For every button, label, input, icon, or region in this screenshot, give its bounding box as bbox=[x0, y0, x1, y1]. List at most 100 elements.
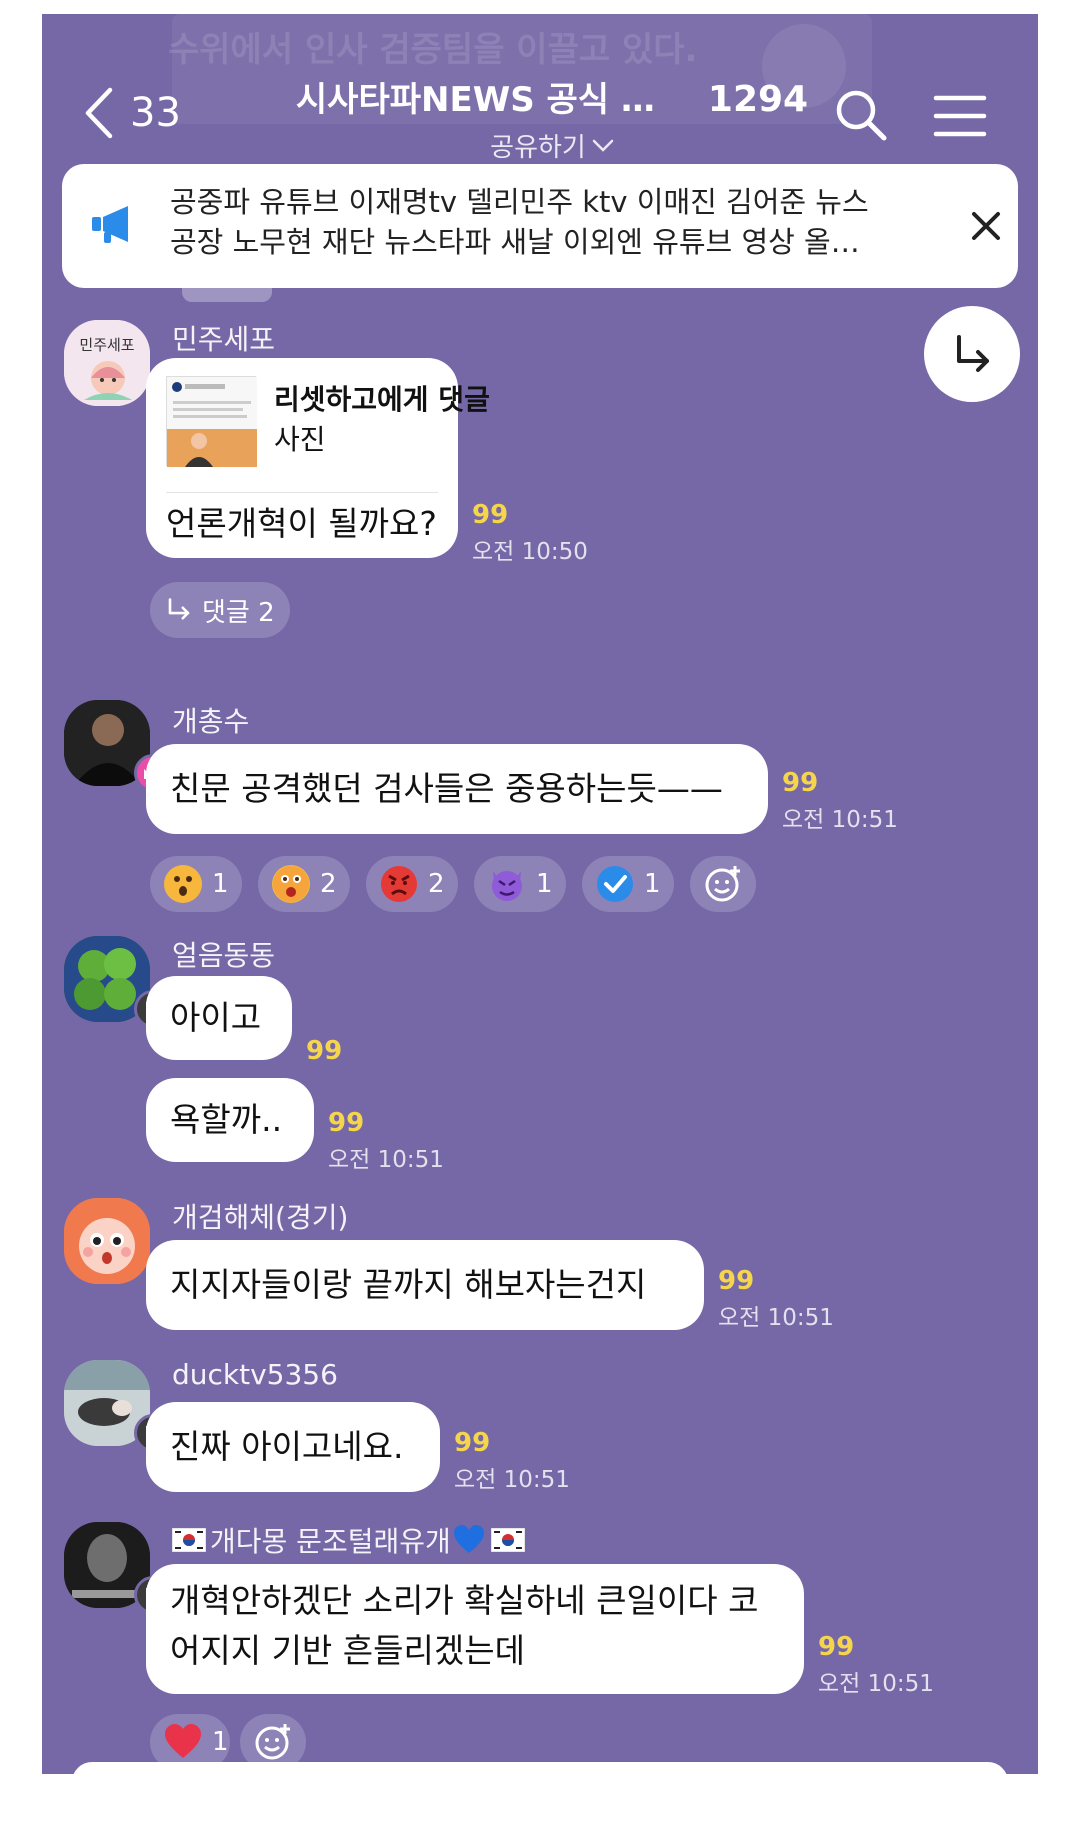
reaction-check[interactable]: 1 bbox=[582, 856, 674, 912]
chevron-down-icon bbox=[592, 139, 614, 152]
avatar-peach-character-image bbox=[64, 1198, 150, 1284]
reaction-count: 1 bbox=[644, 869, 661, 899]
message-bubble[interactable]: 아이고 bbox=[146, 976, 292, 1060]
message-text: 언론개혁이 될까요? bbox=[166, 504, 437, 543]
room-header: 시사타파NEWS 공식 단… 1294 공유하기 bbox=[272, 72, 832, 164]
message-bubble[interactable]: 친문 공격했던 검사들은 중용하는듯—— bbox=[146, 744, 768, 834]
message-text: 친문 공격했던 검사들은 중용하는듯—— bbox=[170, 769, 723, 808]
avatar[interactable]: 민주세포 bbox=[64, 320, 150, 406]
message-bubble[interactable]: 리셋하고에게 댓글 사진 언론개혁이 될까요? bbox=[146, 358, 490, 558]
unread-rooms-count: 33 bbox=[130, 90, 181, 136]
reaction-count: 1 bbox=[536, 869, 553, 899]
avatar-character-icon: 민주세포 bbox=[64, 320, 150, 406]
bubble-divider bbox=[166, 492, 438, 493]
sender-name: 개총수 bbox=[172, 705, 250, 738]
notice-banner[interactable]: 공중파 유튜브 이재명tv 델리민주 ktv 이매진 김어준 뉴스 공장 노무현… bbox=[62, 164, 1018, 288]
korean-flag-icon bbox=[490, 1528, 525, 1552]
unread-count: 99 bbox=[472, 500, 509, 530]
back-button[interactable]: 33 bbox=[82, 78, 232, 148]
message-time: 오전 10:51 bbox=[328, 1147, 444, 1173]
unread-count: 99 bbox=[454, 1428, 491, 1458]
message-text: 아이고 bbox=[170, 998, 262, 1037]
reaction-devil[interactable]: 1 bbox=[474, 856, 566, 912]
link-thumbnail bbox=[166, 376, 257, 467]
message-meta: 99 오전 10:51 bbox=[328, 1108, 444, 1174]
unread-count: 99 bbox=[328, 1108, 365, 1138]
message-meta: 99 오전 10:51 bbox=[718, 1266, 834, 1332]
astonished-face-icon bbox=[272, 865, 310, 903]
message-text: 진짜 아이고네요. bbox=[170, 1427, 404, 1466]
message-text-line-2: 어지지 기반 흔들리겠는데 bbox=[170, 1631, 525, 1670]
sender-name: 개다몽 문조털래유개 bbox=[210, 1525, 451, 1558]
share-label: 공유하기 bbox=[490, 133, 586, 163]
heart-icon bbox=[164, 1723, 202, 1761]
room-title[interactable]: 시사타파NEWS 공식 단… bbox=[296, 72, 686, 121]
check-mark-icon bbox=[596, 865, 634, 903]
add-reaction-icon bbox=[705, 866, 740, 902]
forward-arrow-icon bbox=[957, 335, 989, 372]
message-bubble[interactable]: 개혁안하겠단 소리가 확실하네 큰일이다 코 어지지 기반 흔들리겠는데 bbox=[146, 1564, 804, 1694]
surprised-face-icon bbox=[164, 865, 202, 903]
chat-screen: 수위에서 인사 검증팀을 이끌고 있다. 33 시사타파NEWS 공식 단… 1… bbox=[42, 14, 1038, 1774]
close-icon[interactable] bbox=[966, 206, 1006, 246]
blue-heart-icon bbox=[453, 1525, 484, 1553]
member-count[interactable]: 1294 bbox=[708, 79, 808, 120]
sender-name: 민주세포 bbox=[172, 323, 276, 356]
message-meta: 99 오전 10:51 bbox=[782, 768, 898, 834]
add-reaction-icon bbox=[255, 1724, 290, 1760]
sender-name-row: 개다몽 문조털래유개 bbox=[172, 1520, 525, 1560]
angry-face-icon bbox=[380, 865, 418, 903]
forward-button[interactable] bbox=[924, 306, 1020, 402]
previous-message-edge bbox=[182, 288, 272, 302]
notice-line-2: 공장 노무현 재단 뉴스타파 새날 이외엔 유튜브 영상 올… bbox=[170, 225, 860, 259]
message-text: 욕할까.. bbox=[170, 1100, 283, 1139]
unread-count: 99 bbox=[818, 1632, 855, 1662]
reaction-count: 2 bbox=[428, 869, 445, 899]
next-message-edge bbox=[72, 1762, 1008, 1774]
search-icon[interactable] bbox=[832, 86, 892, 146]
message-text: 지지자들이랑 끝까지 해보자는건지 bbox=[170, 1265, 647, 1304]
message-time: 오전 10:51 bbox=[818, 1671, 934, 1697]
message-meta: 99 오전 10:51 bbox=[454, 1428, 570, 1494]
unread-count: 99 bbox=[306, 1036, 343, 1066]
message-text-line-1: 개혁안하겠단 소리가 확실하네 큰일이다 코 bbox=[170, 1581, 759, 1620]
unread-count: 99 bbox=[782, 768, 819, 798]
devil-face-icon bbox=[488, 865, 526, 903]
sender-name: 얼음동동 bbox=[172, 939, 276, 972]
avatar[interactable] bbox=[64, 1198, 150, 1284]
message-bubble[interactable]: 지지자들이랑 끝까지 해보자는건지 bbox=[146, 1240, 704, 1330]
message-meta: 99 오전 10:50 bbox=[472, 500, 588, 566]
reply-arrow-icon bbox=[168, 598, 190, 620]
message-time: 오전 10:51 bbox=[718, 1305, 834, 1331]
reaction-count: 1 bbox=[212, 1727, 229, 1757]
message-bubble[interactable]: 진짜 아이고네요. bbox=[146, 1402, 440, 1492]
share-button[interactable]: 공유하기 bbox=[490, 127, 614, 164]
unread-count: 99 bbox=[718, 1266, 755, 1296]
reply-count-label: 댓글 2 bbox=[202, 597, 275, 628]
reply-thread-button[interactable]: 댓글 2 bbox=[150, 582, 290, 638]
reaction-count: 2 bbox=[320, 869, 337, 899]
message-time: 오전 10:51 bbox=[454, 1467, 570, 1493]
reaction-astonished[interactable]: 2 bbox=[258, 856, 350, 912]
chevron-left-icon bbox=[85, 87, 113, 139]
add-reaction-button[interactable] bbox=[690, 856, 756, 912]
notice-text: 공중파 유튜브 이재명tv 델리민주 ktv 이매진 김어준 뉴스 공장 노무현… bbox=[170, 182, 930, 262]
notice-line-1: 공중파 유튜브 이재명tv 델리민주 ktv 이매진 김어준 뉴스 bbox=[170, 185, 869, 219]
message-time: 오전 10:51 bbox=[782, 807, 898, 833]
message-time: 오전 10:50 bbox=[472, 539, 588, 565]
reaction-angry[interactable]: 2 bbox=[366, 856, 458, 912]
korean-flag-icon bbox=[172, 1528, 206, 1552]
message-meta: 99 bbox=[306, 1036, 342, 1066]
megaphone-icon bbox=[92, 206, 128, 243]
avatar-label: 민주세포 bbox=[79, 336, 134, 354]
link-subtitle: 사진 bbox=[274, 423, 326, 456]
link-title: 리셋하고에게 댓글 bbox=[274, 383, 490, 416]
reaction-surprised[interactable]: 1 bbox=[150, 856, 242, 912]
menu-icon[interactable] bbox=[932, 88, 988, 144]
message-bubble[interactable]: 욕할까.. bbox=[146, 1078, 314, 1162]
message-meta: 99 오전 10:51 bbox=[818, 1632, 934, 1698]
background-ghost-text: 수위에서 인사 검증팀을 이끌고 있다. bbox=[168, 30, 698, 70]
reaction-count: 1 bbox=[212, 869, 229, 899]
sender-name: 개검해체(경기) bbox=[172, 1201, 349, 1234]
sender-name: ducktv5356 bbox=[172, 1358, 338, 1391]
